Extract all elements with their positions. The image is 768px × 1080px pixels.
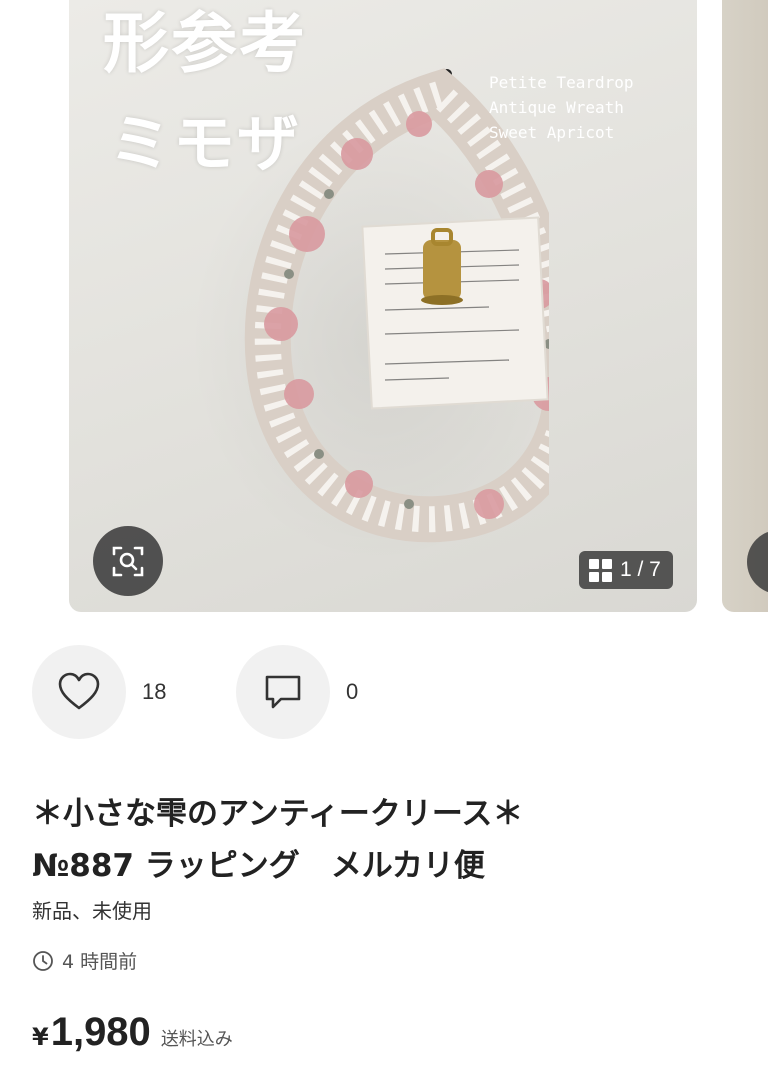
image-counter-text: 1 / 7 xyxy=(620,558,661,581)
heart-icon xyxy=(58,672,100,710)
comment-icon xyxy=(265,675,301,709)
photo-caption: Petite Teardrop Antique Wreath Sweet Apr… xyxy=(489,70,634,145)
caption-line: Petite Teardrop xyxy=(489,73,634,92)
caption-line: Sweet Apricot xyxy=(489,123,615,142)
item-condition: 新品、未使用 xyxy=(32,899,152,923)
posted-time: 4 時間前 xyxy=(32,947,137,974)
action-bar: 18 0 xyxy=(32,645,358,739)
currency-symbol: ¥ xyxy=(32,1023,49,1051)
grid-icon xyxy=(589,558,612,582)
clock-icon xyxy=(33,950,53,971)
image-search-button[interactable] xyxy=(93,526,163,596)
overlay-title-line2: ミモザ xyxy=(109,107,302,180)
posted-time-text: 4 時間前 xyxy=(62,951,138,973)
image-search-icon xyxy=(112,546,144,577)
image-counter[interactable]: 1 / 7 xyxy=(579,551,673,589)
price-row: ¥ 1,980 送料込み xyxy=(32,1010,233,1055)
product-title-line2: №887 ラッピング メルカリ便 xyxy=(32,848,485,884)
shipping-note: 送料込み xyxy=(160,1029,233,1050)
like-button[interactable] xyxy=(32,645,126,739)
product-title-line1: ＊小さな雫のアンティークリース＊ xyxy=(32,796,524,832)
next-photo-preview[interactable] xyxy=(722,0,768,612)
price: 1,980 xyxy=(50,1010,151,1054)
image-search-icon xyxy=(747,530,768,594)
comment-count: 0 xyxy=(346,679,359,704)
product-title: ＊小さな雫のアンティークリース＊ №887 ラッピング メルカリ便 xyxy=(32,788,752,892)
product-photo[interactable]: 形参考 ミモザ Petite Teardrop Antique Wreath S… xyxy=(69,0,697,612)
caption-line: Antique Wreath xyxy=(489,98,624,117)
like-count: 18 xyxy=(142,679,167,704)
overlay-title-line1: 形参考 xyxy=(103,5,307,82)
comment-button[interactable] xyxy=(236,645,330,739)
image-carousel[interactable]: 形参考 ミモザ Petite Teardrop Antique Wreath S… xyxy=(0,0,768,612)
